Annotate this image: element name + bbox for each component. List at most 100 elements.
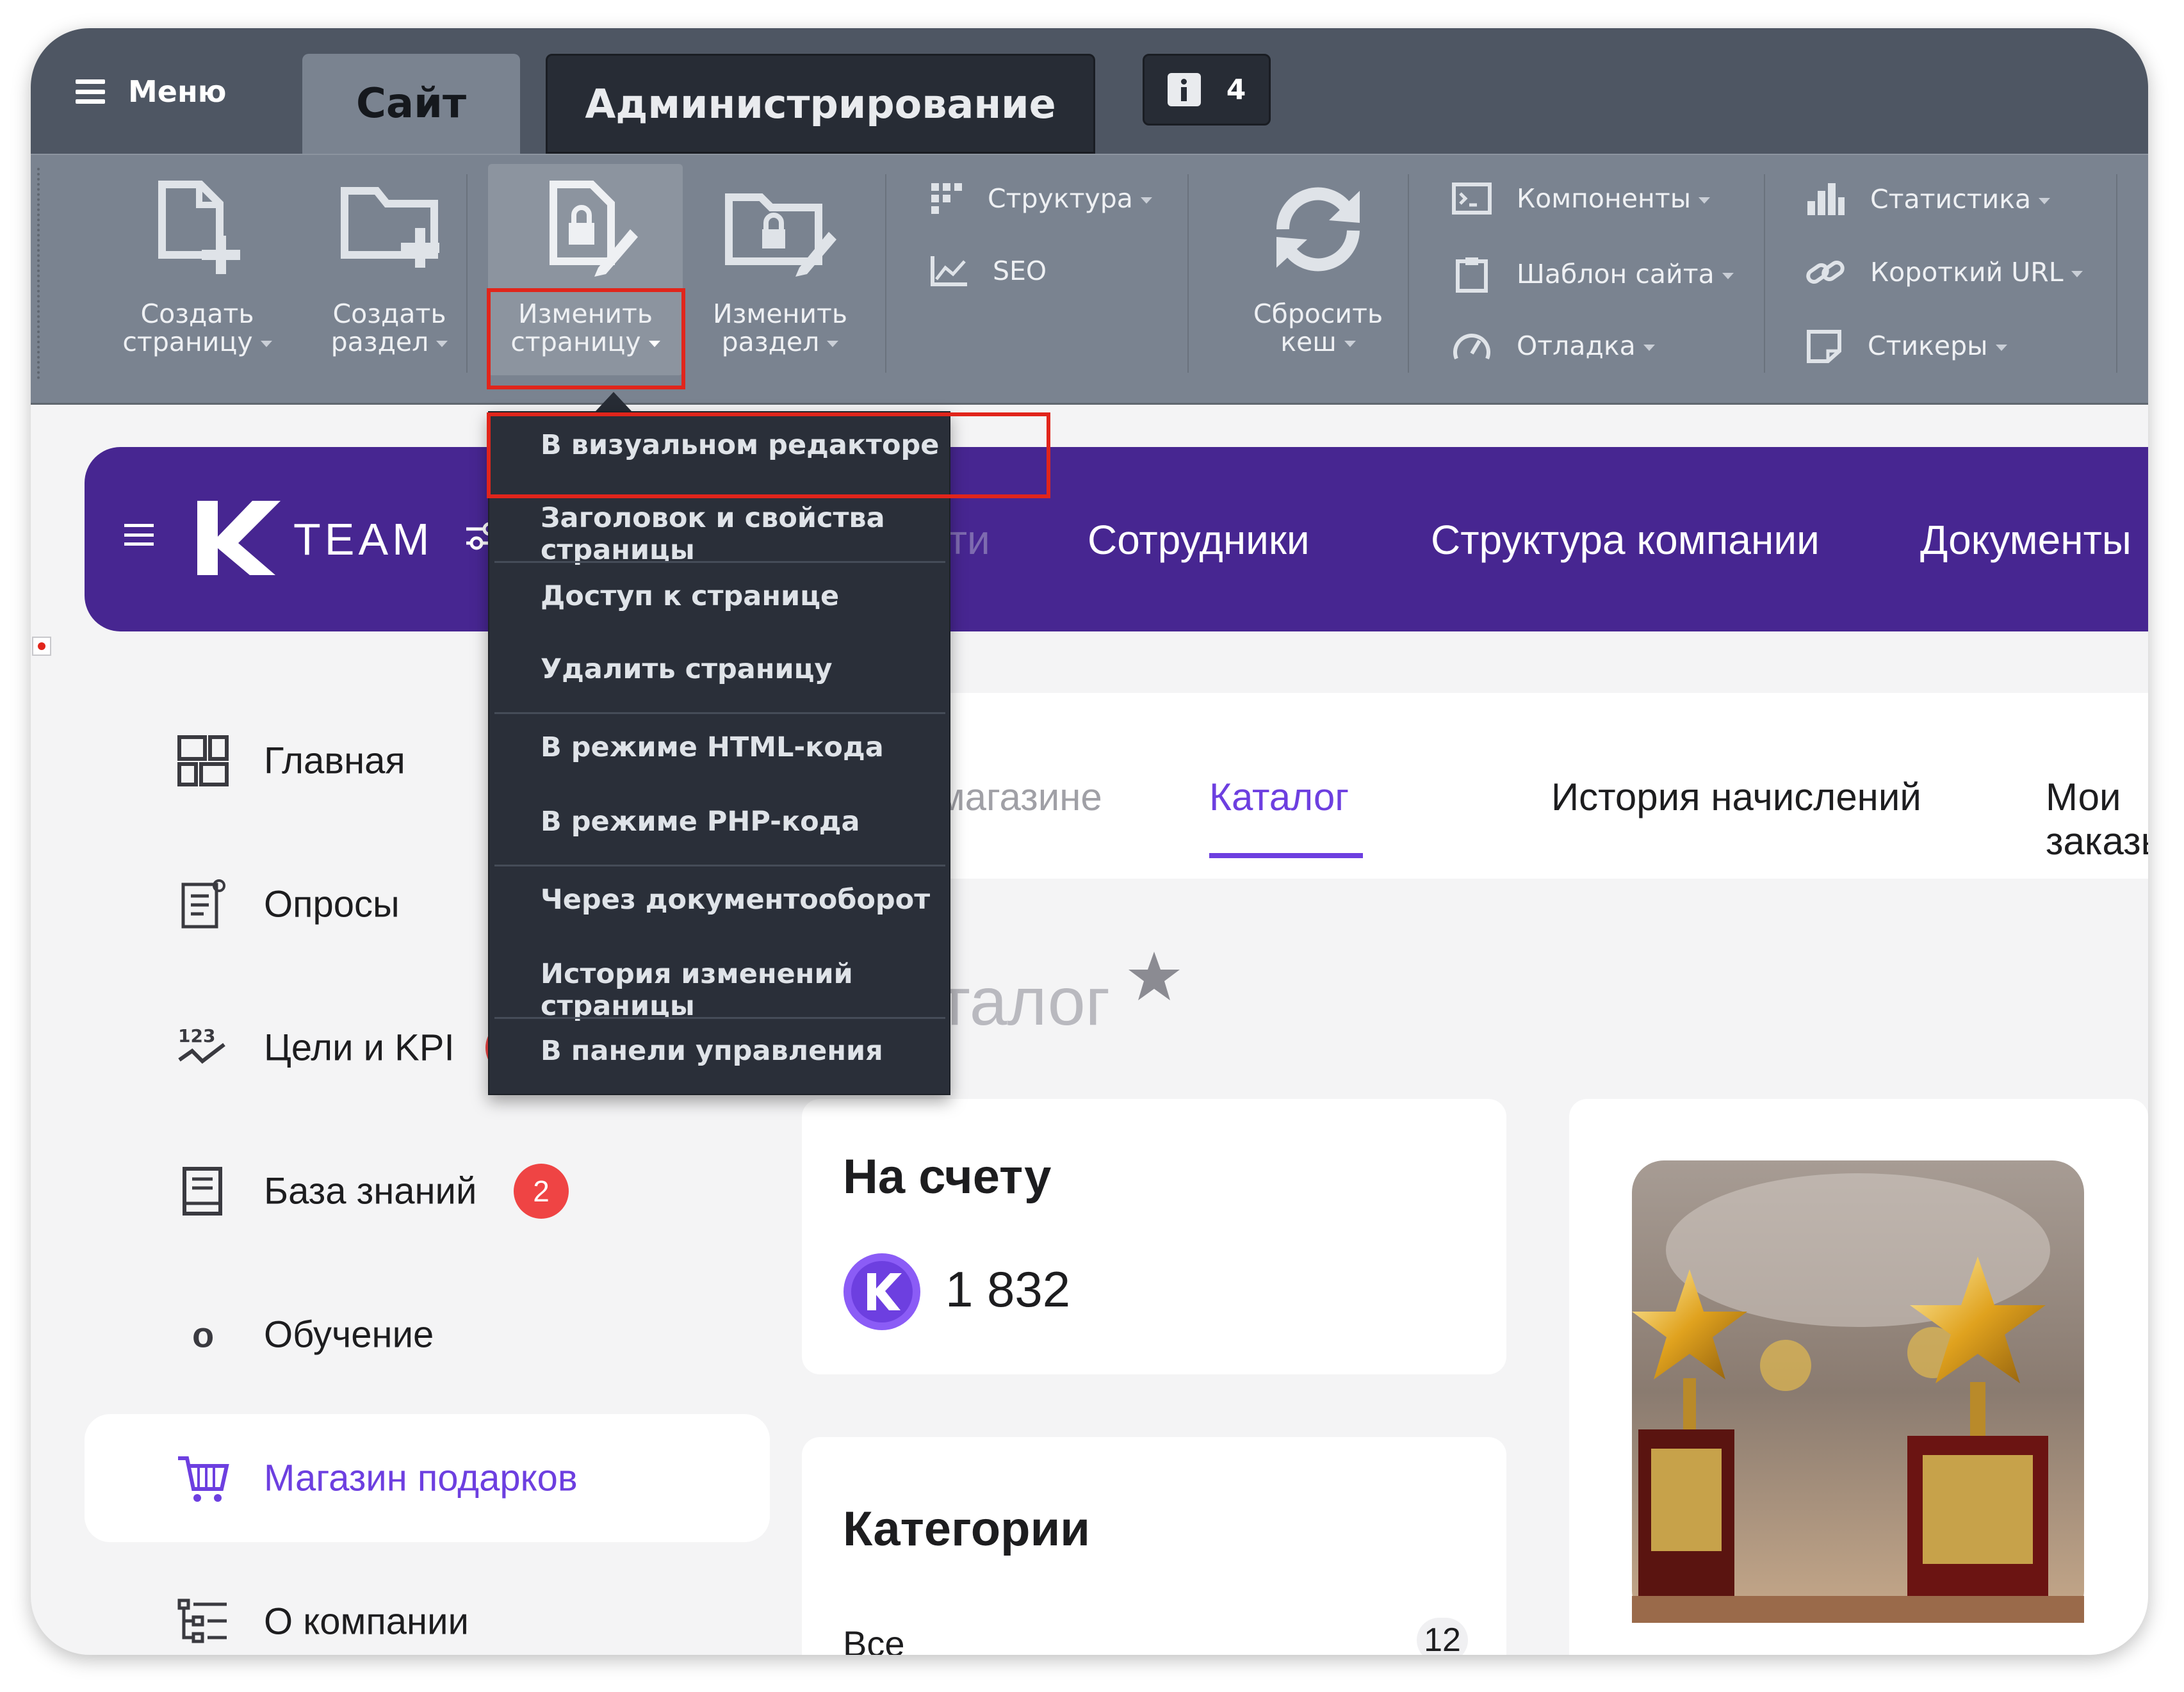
toolbar-divider xyxy=(466,174,468,373)
debug-button[interactable]: Отладка xyxy=(1451,328,1655,364)
nav-documents[interactable]: Документы xyxy=(1920,516,2131,564)
chevron-down-icon xyxy=(827,341,839,347)
reset-cache-label-2: кеш xyxy=(1280,327,1337,357)
menu-item-delete-page[interactable]: Удалить страницу xyxy=(541,653,833,685)
logo-text: TEAM xyxy=(293,514,434,564)
menu-label: Меню xyxy=(128,74,227,109)
menu-item-workflow[interactable]: Через документооборот xyxy=(541,884,930,916)
balance-amount: 1 832 xyxy=(945,1261,1071,1317)
debug-label: Отладка xyxy=(1517,330,1636,361)
sidebar-item-gift-shop[interactable]: Магазин подарков xyxy=(85,1414,770,1542)
shop-tabs: О магазине Каталог История начислений Мо… xyxy=(799,693,2148,879)
chevron-down-icon xyxy=(436,341,448,347)
notifications-button[interactable]: 4 xyxy=(1143,54,1271,126)
chevron-down-icon xyxy=(260,341,272,347)
edit-section-label-1: Изменить xyxy=(712,298,848,329)
knowledge-base-badge: 2 xyxy=(514,1164,569,1219)
menu-item-page-access[interactable]: Доступ к странице xyxy=(541,580,839,612)
edit-page-highlight-box xyxy=(487,288,685,389)
categories-title: Категории xyxy=(843,1502,1091,1556)
sidebar-item-learning[interactable]: o Обучение xyxy=(85,1271,770,1399)
grid-icon xyxy=(177,735,229,786)
sidebar-label-gift-shop: Магазин подарков xyxy=(264,1457,578,1499)
tab-accrual-history[interactable]: История начислений xyxy=(1551,775,1921,819)
balance-card: На счету 1 832 xyxy=(802,1099,1506,1374)
hamburger-icon xyxy=(76,79,105,104)
menu-divider xyxy=(494,561,945,563)
sidebar-item-about-company[interactable]: О компании xyxy=(85,1558,770,1655)
components-label: Компоненты xyxy=(1517,183,1691,214)
menu-item-change-history[interactable]: История изменений страницы xyxy=(541,958,949,1022)
link-icon xyxy=(1806,260,1845,284)
chevron-down-icon xyxy=(1140,197,1152,204)
short-url-button[interactable]: Короткий URL xyxy=(1805,255,2083,289)
toolbar-divider xyxy=(1408,174,1409,373)
chevron-down-icon xyxy=(2039,198,2051,204)
components-button[interactable]: Компоненты xyxy=(1451,182,1711,215)
statistics-button[interactable]: Статистика xyxy=(1805,182,2051,216)
trophy-image[interactable] xyxy=(1632,1160,2084,1623)
svg-text:123: 123 xyxy=(178,1025,215,1046)
chevron-down-icon xyxy=(1344,341,1356,347)
tab-catalog[interactable]: Каталог xyxy=(1209,775,1349,819)
structure-button[interactable]: Структура xyxy=(930,182,1152,215)
sidebar-item-knowledge-base[interactable]: База знаний 2 xyxy=(85,1127,770,1255)
stickers-label: Стикеры xyxy=(1868,330,1988,361)
sticker-icon xyxy=(1807,330,1841,363)
favorite-star-icon[interactable] xyxy=(1127,950,1181,1002)
chevron-down-icon xyxy=(1699,197,1711,204)
short-url-label: Короткий URL xyxy=(1870,257,2064,288)
chevron-down-icon xyxy=(1995,345,2007,351)
toolbar-divider xyxy=(2116,174,2117,373)
k-coin-icon xyxy=(843,1253,920,1330)
create-page-label-2: страницу xyxy=(122,327,253,357)
menu-divider xyxy=(494,865,945,866)
edit-page-dropdown: В визуальном редакторе Заголовок и свойс… xyxy=(488,411,950,1095)
site-template-button[interactable]: Шаблон сайта xyxy=(1451,255,1734,293)
structure-label: Структура xyxy=(988,183,1133,214)
refresh-icon xyxy=(1276,187,1360,272)
menu-item-control-panel[interactable]: В панели управления xyxy=(541,1035,883,1067)
edit-section-button[interactable]: Изменить раздел xyxy=(683,178,877,356)
survey-icon xyxy=(181,879,225,929)
menu-item-php-mode[interactable]: В режиме PHP-кода xyxy=(541,806,860,838)
reset-cache-label-1: Сбросить xyxy=(1253,298,1383,329)
seo-label: SEO xyxy=(993,256,1047,286)
sidebar-label-goals-kpi: Цели и KPI xyxy=(264,1027,455,1069)
menu-item-html-mode[interactable]: В режиме HTML-кода xyxy=(541,731,884,763)
product-card[interactable] xyxy=(1569,1099,2148,1655)
hamburger-icon[interactable] xyxy=(124,524,154,546)
create-section-label-1: Создать xyxy=(332,298,446,329)
sidebar-label-knowledge-base: База знаний xyxy=(264,1170,477,1212)
tab-my-orders[interactable]: Мои заказы xyxy=(2046,775,2148,863)
sidebar-label-about-company: О компании xyxy=(264,1600,469,1643)
reset-cache-button[interactable]: Сбросить кеш xyxy=(1222,178,1414,356)
edit-section-label-2: раздел xyxy=(721,327,820,357)
chart-line-icon xyxy=(931,256,967,286)
create-section-button[interactable]: Создать раздел xyxy=(287,178,492,356)
menu-item-title-properties[interactable]: Заголовок и свойства страницы xyxy=(541,502,949,566)
seo-button[interactable]: SEO xyxy=(930,255,1047,287)
drag-handle[interactable] xyxy=(37,168,40,379)
book-icon xyxy=(183,1167,222,1216)
nav-employees[interactable]: Сотрудники xyxy=(1088,516,1310,564)
edit-page-lock-icon xyxy=(550,181,638,277)
stickers-button[interactable]: Стикеры xyxy=(1805,328,2007,364)
bar-chart-icon xyxy=(1807,183,1845,215)
speedometer-icon xyxy=(1453,334,1490,360)
menu-button[interactable]: Меню xyxy=(76,74,226,109)
toolbar-divider xyxy=(1187,174,1189,373)
create-page-button[interactable]: Создать страницу xyxy=(95,178,300,356)
tab-site[interactable]: Сайт xyxy=(302,54,520,154)
category-all[interactable]: Все xyxy=(843,1623,905,1655)
toolbar-divider xyxy=(885,174,886,373)
window: Меню Сайт Администрирование 4 Создать ст… xyxy=(31,28,2148,1655)
k-logo[interactable] xyxy=(193,498,283,578)
cart-icon xyxy=(178,1456,229,1502)
kpi-icon: 123 xyxy=(178,1025,225,1064)
chevron-down-icon xyxy=(2071,271,2083,277)
nav-company-structure[interactable]: Структура компании xyxy=(1431,516,1820,564)
site-header: TEAM Новости Сотрудники Структура компан… xyxy=(85,447,2148,631)
admin-toolbar: Создать страницу Создать раздел Изменить… xyxy=(31,154,2148,405)
tab-administration[interactable]: Администрирование xyxy=(546,54,1095,154)
